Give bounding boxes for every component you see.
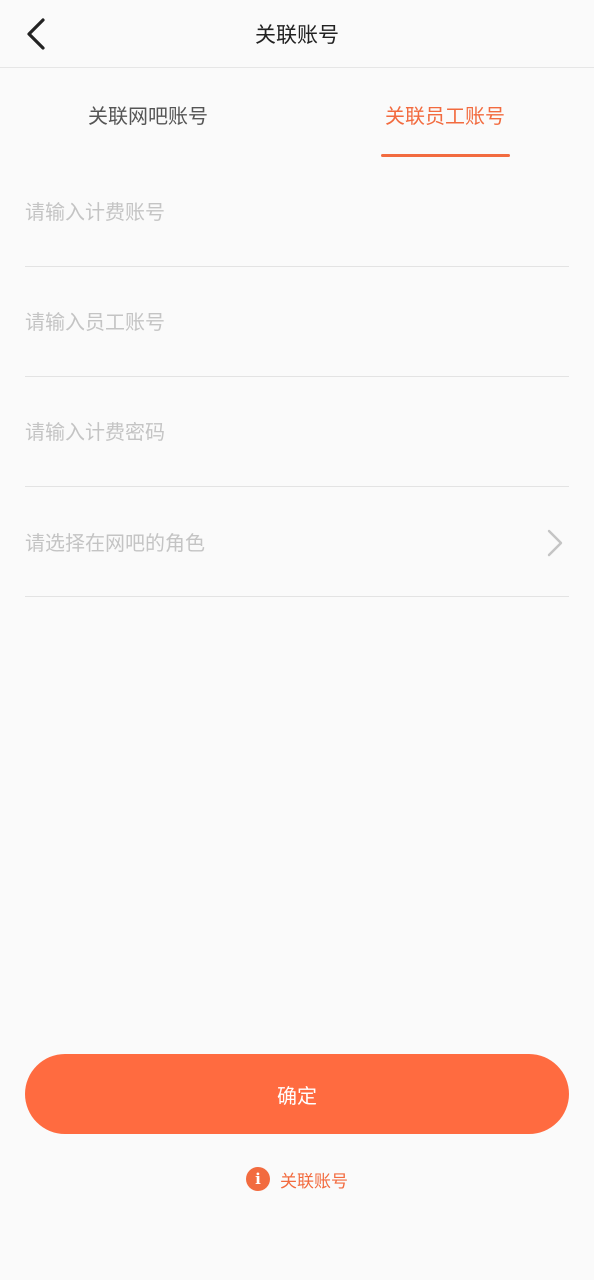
info-icon: i <box>246 1167 270 1191</box>
tab-internet-cafe-account[interactable]: 关联网吧账号 <box>48 68 248 160</box>
tab-staff-account[interactable]: 关联员工账号 <box>345 68 545 160</box>
chevron-right-icon <box>547 529 563 557</box>
staff-account-input[interactable] <box>25 267 569 376</box>
role-select[interactable]: 请选择在网吧的角色 <box>25 487 569 597</box>
billing-password-input[interactable] <box>25 377 569 486</box>
billing-account-field <box>25 157 569 267</box>
tab-bar: 关联网吧账号 关联员工账号 <box>0 68 594 160</box>
staff-account-field <box>25 267 569 377</box>
role-select-placeholder: 请选择在网吧的角色 <box>25 531 205 555</box>
billing-account-input[interactable] <box>25 157 569 266</box>
info-link[interactable]: i 关联账号 <box>0 1162 594 1196</box>
page-title: 关联账号 <box>255 23 339 47</box>
top-bar: 关联账号 <box>0 0 594 68</box>
app-screen: 关联账号 关联网吧账号 关联员工账号 请选择在网吧的角色 确定 i 关联账号 <box>0 0 594 1280</box>
info-link-label: 关联账号 <box>280 1171 348 1192</box>
chevron-left-icon <box>27 18 45 50</box>
back-button[interactable] <box>14 12 58 56</box>
confirm-button[interactable]: 确定 <box>25 1054 569 1134</box>
billing-password-field <box>25 377 569 487</box>
